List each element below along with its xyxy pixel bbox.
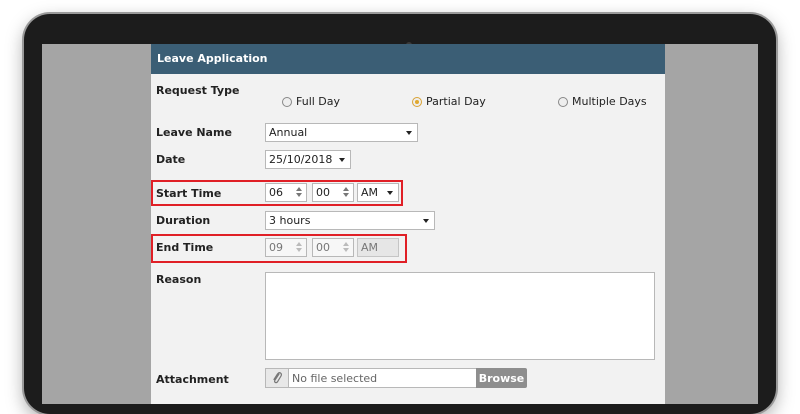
start-hour-value: 06	[269, 186, 283, 199]
attachment-file-input[interactable]: No file selected Browse	[265, 368, 529, 388]
reason-textarea[interactable]	[265, 272, 655, 360]
form-title: Leave Application	[157, 52, 268, 65]
date-label: Date	[156, 153, 186, 166]
end-ampm-value: AM	[361, 241, 379, 254]
request-type-label: Request Type	[156, 84, 240, 97]
leave-name-label: Leave Name	[156, 126, 232, 139]
browse-button[interactable]: Browse	[476, 368, 527, 388]
start-minute-value: 00	[316, 186, 330, 199]
end-ampm-field: AM	[357, 238, 399, 257]
leave-name-value: Annual	[269, 126, 308, 139]
duration-select[interactable]: 3 hours	[265, 211, 435, 230]
attachment-label: Attachment	[156, 373, 229, 386]
chevron-down-icon	[406, 131, 412, 135]
chevron-down-icon	[339, 158, 345, 162]
paperclip-icon[interactable]	[265, 368, 289, 388]
radio-multiple-days[interactable]: Multiple Days	[558, 95, 647, 108]
leave-application-form: Leave Application Request Type Full Day …	[151, 44, 665, 404]
stepper-arrows-icon	[294, 241, 303, 254]
start-time-label: Start Time	[156, 187, 222, 200]
radio-multiple-days-indicator[interactable]	[558, 96, 568, 107]
radio-full-day-label: Full Day	[296, 95, 341, 108]
form-header: Leave Application	[151, 44, 665, 74]
end-time-label: End Time	[156, 241, 214, 254]
end-hour-value: 09	[269, 241, 283, 254]
file-name-field[interactable]: No file selected	[288, 368, 477, 388]
date-value: 25/10/2018	[269, 153, 333, 166]
start-ampm-select[interactable]: AM	[357, 183, 399, 202]
chevron-down-icon	[387, 191, 393, 195]
end-minute-value: 00	[316, 241, 330, 254]
date-picker[interactable]: 25/10/2018	[265, 150, 351, 169]
stepper-arrows-icon	[341, 241, 350, 254]
end-hour-stepper: 09	[265, 238, 307, 257]
stepper-arrows-icon[interactable]	[294, 186, 303, 199]
reason-label: Reason	[156, 273, 202, 286]
end-minute-stepper: 00	[312, 238, 354, 257]
chevron-down-icon	[423, 219, 429, 223]
radio-partial-day-label: Partial Day	[426, 95, 486, 108]
duration-label: Duration	[156, 214, 211, 227]
start-ampm-value: AM	[361, 186, 379, 199]
radio-multiple-days-label: Multiple Days	[572, 95, 647, 108]
start-hour-stepper[interactable]: 06	[265, 183, 307, 202]
radio-partial-day[interactable]: Partial Day	[412, 95, 486, 108]
radio-full-day[interactable]: Full Day	[282, 95, 340, 108]
radio-partial-day-indicator[interactable]	[412, 96, 422, 107]
radio-full-day-indicator[interactable]	[282, 96, 292, 107]
duration-value: 3 hours	[269, 214, 311, 227]
leave-name-select[interactable]: Annual	[265, 123, 418, 142]
stepper-arrows-icon[interactable]	[341, 186, 350, 199]
start-minute-stepper[interactable]: 00	[312, 183, 354, 202]
screen: Leave Application Request Type Full Day …	[42, 44, 758, 404]
